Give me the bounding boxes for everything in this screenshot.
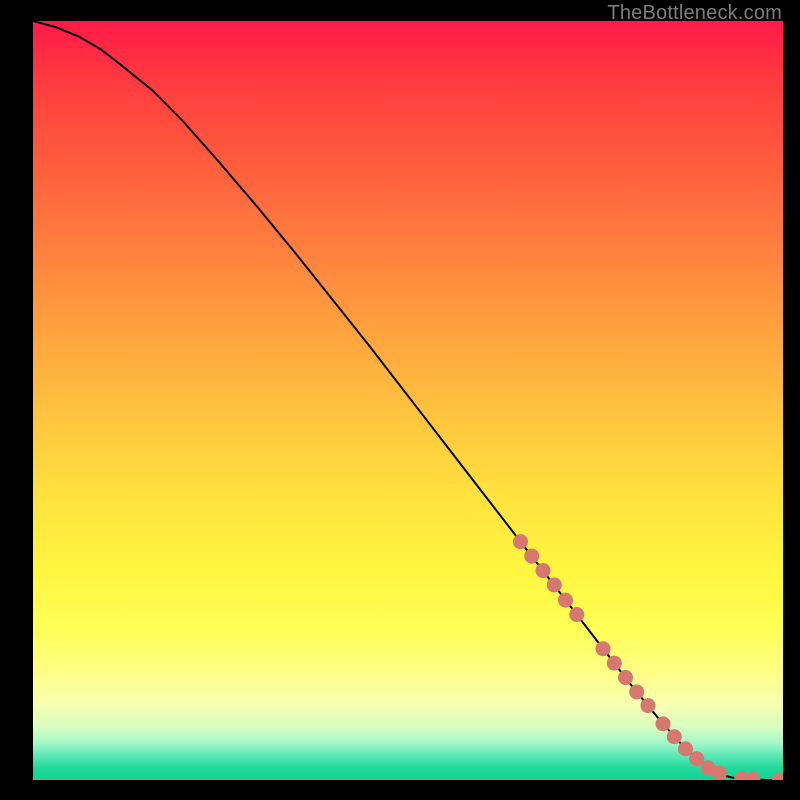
chart-svg	[33, 21, 783, 780]
data-marker	[547, 577, 562, 592]
data-marker	[536, 563, 551, 578]
marker-group	[513, 534, 783, 780]
data-marker	[656, 716, 671, 731]
data-marker	[641, 698, 656, 713]
plot-area	[33, 21, 783, 780]
data-marker	[712, 766, 727, 780]
data-marker	[596, 641, 611, 656]
data-marker	[513, 534, 528, 549]
curve-line	[33, 21, 783, 780]
data-marker	[569, 607, 584, 622]
data-marker	[629, 684, 644, 699]
data-marker	[678, 741, 693, 756]
data-marker	[618, 670, 633, 685]
data-marker	[746, 772, 761, 780]
data-marker	[524, 549, 539, 564]
data-marker	[558, 593, 573, 608]
data-marker	[772, 773, 783, 781]
chart-stage: TheBottleneck.com	[0, 0, 800, 800]
data-marker	[607, 656, 622, 671]
data-marker	[667, 729, 682, 744]
